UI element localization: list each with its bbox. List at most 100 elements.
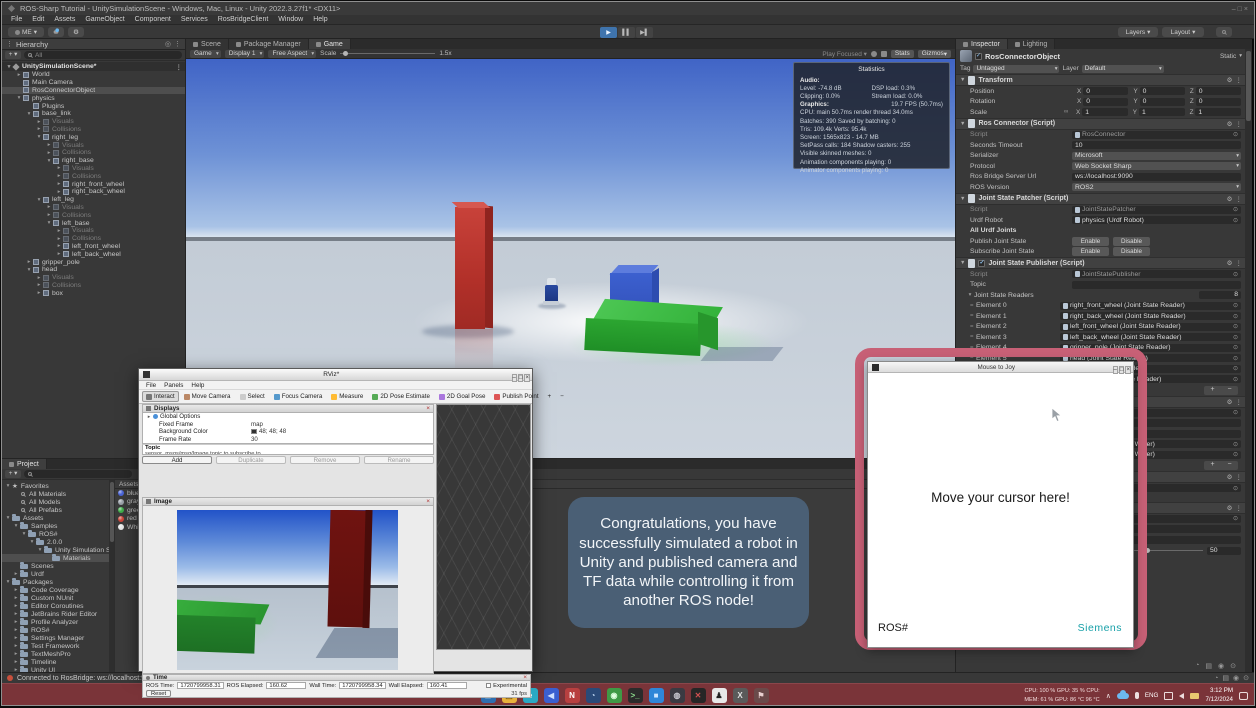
language-indicator[interactable]: ENG <box>1145 692 1159 699</box>
project-item-ros[interactable]: ▾ROS# <box>2 530 109 538</box>
object-picker-icon[interactable]: ⊙ <box>1233 365 1238 372</box>
project-item-timeline[interactable]: ▸Timeline <box>2 658 109 666</box>
object-name[interactable]: RosConnectorObject <box>985 52 1217 61</box>
aspect-dropdown[interactable]: Free Aspect <box>268 50 316 58</box>
display-row-frame-rate[interactable]: Frame Rate30 <box>143 436 433 444</box>
expander-icon[interactable]: ▾ <box>4 579 12 585</box>
chevron-down-icon[interactable]: ▾ <box>1239 53 1242 59</box>
tab-package-manager[interactable]: Package Manager <box>229 39 309 49</box>
static-label[interactable]: Static <box>1220 53 1236 60</box>
hierarchy-item-visuals[interactable]: ▸Visuals <box>2 227 185 235</box>
disable-button[interactable]: Disable <box>1113 247 1150 256</box>
taskbar-vscode[interactable]: ■ <box>648 687 664 703</box>
footer-icon[interactable]: ◔ <box>1195 662 1199 670</box>
project-item-custom-nunit[interactable]: ▸Custom NUnit <box>2 594 109 602</box>
object-picker-icon[interactable]: ⊙ <box>1233 441 1238 448</box>
rviz-title-bar[interactable]: RViz* –□× <box>139 369 532 381</box>
gear-icon[interactable]: ⚙ <box>1227 259 1233 267</box>
project-item-editor-coroutines[interactable]: ▸Editor Coroutines <box>2 602 109 610</box>
pick-icon[interactable]: ◎ <box>165 40 171 48</box>
foldout-icon[interactable]: ▼ <box>960 77 965 83</box>
settings-button[interactable]: ⚙ <box>68 27 84 37</box>
console-message-icon[interactable] <box>7 675 13 681</box>
color-swatch[interactable] <box>251 429 257 434</box>
expander-icon[interactable]: ▾ <box>20 531 28 537</box>
object-picker-icon[interactable]: ⊙ <box>1233 451 1238 458</box>
rviz-tool-move-camera[interactable]: Move Camera <box>180 391 235 402</box>
expander-icon[interactable]: ▾ <box>12 523 20 529</box>
expander-icon[interactable]: ▸ <box>55 181 63 187</box>
object-picker-icon[interactable]: ⊙ <box>1233 206 1238 213</box>
inspector-tab-inspector[interactable]: Inspector <box>956 39 1008 49</box>
hierarchy-item-head[interactable]: ▾head <box>2 266 185 274</box>
more-icon[interactable]: ⋮ <box>1236 259 1243 267</box>
search-button[interactable] <box>1216 27 1232 37</box>
rotation-x-field[interactable]: 0 <box>1083 98 1128 106</box>
enable-button[interactable]: Enable <box>1072 237 1109 246</box>
hierarchy-item-right-back-wheel[interactable]: ▸right_back_wheel <box>2 188 185 196</box>
object-picker-icon[interactable]: ⊙ <box>1233 344 1238 351</box>
duplicate-button[interactable]: Duplicate <box>216 456 286 464</box>
expander-icon[interactable]: ▸ <box>35 282 43 288</box>
hierarchy-item-left-leg[interactable]: ▾left_leg <box>2 196 185 204</box>
project-item-urdf[interactable]: ▸Urdf <box>2 570 109 578</box>
microphone-icon[interactable] <box>1135 692 1139 699</box>
foldout-icon[interactable]: ▼ <box>960 196 965 202</box>
input-topic[interactable] <box>1072 281 1241 289</box>
mousejoy-title-bar[interactable]: Mouse to Joy –□× <box>868 362 1133 373</box>
checkbox[interactable] <box>486 683 491 688</box>
expander-icon[interactable]: ▾ <box>25 267 33 273</box>
more-icon[interactable]: ⋮ <box>174 40 181 48</box>
object-field[interactable]: JointStatePublisher⊙ <box>1072 270 1241 278</box>
hierarchy-item-world[interactable]: ▸World <box>2 71 185 79</box>
menu-component[interactable]: Component <box>130 16 176 23</box>
expander-icon[interactable]: ▸ <box>55 228 63 234</box>
component-header-ros-connector-script[interactable]: ▼Ros Connector (Script)⚙⋮ <box>956 118 1246 130</box>
taskbar-settings-app[interactable]: ◍ <box>669 687 685 703</box>
rviz-close-button[interactable]: × <box>524 374 530 382</box>
wall-elapsed-field[interactable]: 160.41 <box>427 682 467 689</box>
expander-icon[interactable]: ▸ <box>12 651 20 657</box>
component-header-transform[interactable]: ▼Transform⚙⋮ <box>956 74 1246 86</box>
ros-time-field[interactable]: 1720799958.31 <box>177 682 223 689</box>
scrollbar-thumb[interactable] <box>1246 51 1251 121</box>
project-item-ros[interactable]: ▸ROS# <box>2 626 109 634</box>
inspector-tab-lighting[interactable]: Lighting <box>1008 39 1056 49</box>
hierarchy-item-collisions[interactable]: ▸Collisions <box>2 126 185 134</box>
rviz-3d-view[interactable] <box>436 404 531 650</box>
expander-icon[interactable]: ▾ <box>4 483 12 489</box>
game-dropdown[interactable]: Game <box>190 50 221 58</box>
expander-icon[interactable]: ▸ <box>35 126 43 132</box>
rviz-tool-item[interactable]: + <box>544 391 556 402</box>
rviz-tool-publish-point[interactable]: Publish Point <box>490 391 542 402</box>
slider-value[interactable]: 50 <box>1207 547 1241 555</box>
readers-count-field[interactable]: 8 <box>1199 291 1241 299</box>
display-row-fixed-frame[interactable]: Fixed Framemap <box>143 421 433 429</box>
hierarchy-item-left-back-wheel[interactable]: ▸left_back_wheel <box>2 250 185 258</box>
object-picker-icon[interactable]: ⊙ <box>1233 515 1238 522</box>
expander-icon[interactable]: ▸ <box>55 251 63 257</box>
speaker-icon[interactable] <box>1179 693 1184 699</box>
mouse-to-joy-window[interactable]: Mouse to Joy –□× Move your cursor here! … <box>867 361 1134 648</box>
project-item-jetbrains-rider-editor[interactable]: ▸JetBrains Rider Editor <box>2 610 109 618</box>
project-item-code-coverage[interactable]: ▸Code Coverage <box>2 586 109 594</box>
taskbar-media-player[interactable]: ◀ <box>543 687 559 703</box>
hierarchy-item-physics[interactable]: ▾physics <box>2 94 185 102</box>
expander-icon[interactable]: ▾ <box>45 158 53 164</box>
scale-x-field[interactable]: 1 <box>1082 108 1128 116</box>
rviz-tool-item[interactable]: − <box>556 391 568 402</box>
hierarchy-item-visuals[interactable]: ▸Visuals <box>2 274 185 282</box>
more-icon[interactable]: ⋮ <box>1236 504 1243 512</box>
expander-icon[interactable]: ▸ <box>12 611 20 617</box>
menu-window[interactable]: Window <box>273 16 308 23</box>
expander-icon[interactable]: ▸ <box>15 72 23 78</box>
taskbar-fan-app[interactable]: ✕ <box>690 687 706 703</box>
input-seconds-timeout[interactable]: 10 <box>1072 141 1241 149</box>
displays-panel-header[interactable]: Displays × <box>142 404 434 413</box>
more-icon[interactable]: ⋮ <box>176 63 183 71</box>
project-item-2-0-0[interactable]: ▾2.0.0 <box>2 538 109 546</box>
object-picker-icon[interactable]: ⊙ <box>1233 409 1238 416</box>
readers-header[interactable]: ▾Joint State Readers8 <box>956 290 1246 301</box>
mousejoy-maximize-button[interactable]: □ <box>1119 366 1125 374</box>
hierarchy-item-left-base[interactable]: ▾left_base <box>2 219 185 227</box>
